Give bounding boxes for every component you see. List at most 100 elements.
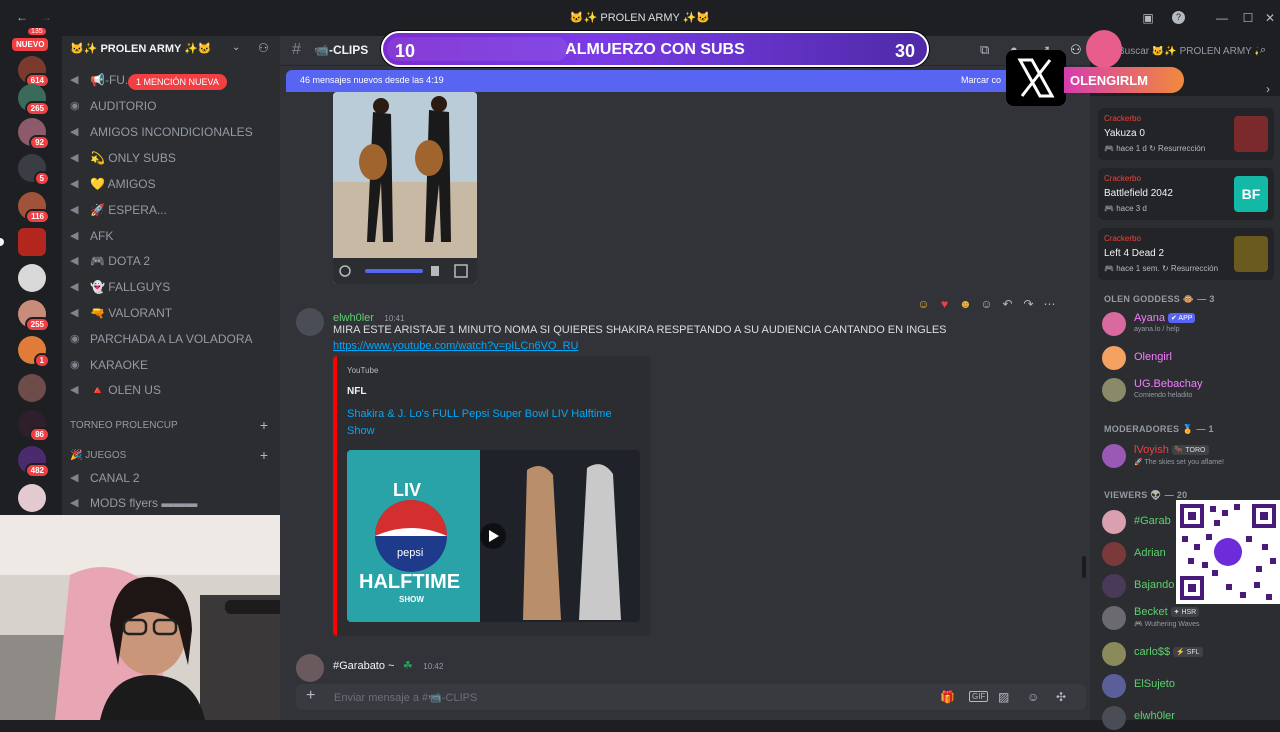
emoji-icon[interactable]: ☺ [1027,690,1039,704]
server-icon-8[interactable]: 255 [18,300,50,332]
add-attachment-icon[interactable]: + [306,687,315,705]
member-item[interactable]: UG.Bebachay Comiendo heladito [1102,374,1276,404]
message-text: MIRA ESTE ARISTAJE 1 MINUTO NOMA SI QUIE… [333,324,947,336]
server-icon-5[interactable]: 116 [18,192,50,224]
channel-item[interactable]: ◉ PARCHADA A LA VOLADORA [70,327,276,351]
member-item[interactable]: carlo$$ ⚡ SFL [1102,638,1276,668]
embed-provider[interactable]: YouTube [347,366,378,375]
yape-qr-code [1176,500,1280,604]
reply-icon[interactable]: ↶ [1000,297,1015,312]
server-icon-dota[interactable] [18,228,46,256]
laugh-reaction-icon[interactable]: ☺ [916,297,931,312]
minimize-icon[interactable]: — [1214,10,1230,26]
avatar [1102,574,1126,598]
mark-read-button[interactable]: Marcar co [961,75,1001,85]
channel-item[interactable]: ◀ MODS flyers ▬▬▬ [70,491,276,515]
server-icon-9[interactable]: 1 [18,336,50,368]
add-channel-icon[interactable]: + [260,417,268,433]
message-link[interactable]: https://www.youtube.com/watch?v=pILCn6VO… [333,340,578,352]
more-options-icon[interactable]: ⋯ [1042,297,1057,312]
new-messages-bar[interactable]: 46 mensajes nuevos desde las 4:19 Marcar… [286,70,1086,92]
close-icon[interactable]: ✕ [1262,10,1278,26]
category-juegos[interactable]: 🎉 JUEGOS + [70,446,276,464]
server-icon-1[interactable]: 614 [18,56,50,88]
channel-item[interactable]: ◉ KARAOKE [70,353,276,377]
speaker-icon: ◀ [70,126,79,138]
sub-goal-target: 30 [894,41,915,61]
embed-thumbnail[interactable]: LIV pepsi HALFTIME SHOW [347,450,640,622]
guild-name: 🐱✨ PROLEN ARMY ✨🐱 [70,43,212,55]
server-icon-3[interactable]: 92 [18,118,50,150]
server-icon-2[interactable]: 265 [18,84,50,116]
speaker-icon: ◀ [70,281,79,293]
server-icon-11[interactable]: 86 [18,410,50,442]
heart-reaction-icon[interactable]: ♥ [937,297,952,312]
channel-item[interactable]: ◀ AFK [70,224,276,248]
search-input[interactable]: Buscar 🐱✨ PROLEN ARMY ✨🐱 ⌕ [1104,42,1276,62]
help-icon[interactable]: ? [1172,11,1185,24]
server-icon-10[interactable] [18,374,46,402]
speaker-icon: ◀ [70,152,79,164]
server-rail: NUEVO 135 614 265 92 5 116 255 1 86 482 [0,28,62,516]
halftime-thumbnail-image: LIV pepsi HALFTIME SHOW [347,450,640,622]
channel-item[interactable]: ◀ 👻 FALLGUYS [70,275,276,299]
channel-item[interactable]: ◀ 💛 AMIGOS [70,172,276,196]
maximize-icon[interactable]: ☐ [1240,10,1256,26]
server-icon-4[interactable]: 5 [18,154,50,186]
sticker-icon[interactable]: ▨ [998,690,1009,704]
add-reaction-icon[interactable]: ☺ [979,297,994,312]
channel-item[interactable]: ◀ 💫 ONLY SUBS [70,146,276,170]
channel-item[interactable]: ◀ 🚀 ESPERA... [70,198,276,222]
guild-header[interactable]: 🐱✨ PROLEN ARMY ✨🐱 ⌄ ⚇ [62,36,280,64]
new-messages-text: 46 mensajes nuevos desde las 4:19 [300,75,444,85]
member-list-icon[interactable]: ⚇ [1070,42,1082,58]
member-item[interactable]: Becket ✦ HSR 🎮 Wuthering Waves [1102,602,1276,632]
member-item[interactable]: lVoyish 🐂 TORO 🚀 The skies set you aflame… [1102,440,1276,470]
inbox-icon[interactable]: ▣ [1140,10,1156,26]
chat-scrollbar[interactable] [1082,556,1086,578]
threads-icon[interactable]: ⧉ [980,42,989,58]
add-channel-icon[interactable]: + [260,447,268,463]
channel-item[interactable]: ◉ AUDITORIO [70,94,276,118]
chat-area: # 📹-CLIPS ⧉ ● ➚ ⚇ 46 mensajes nuevos des… [280,36,1090,720]
channel-item[interactable]: ◀ CANAL 2 [70,466,276,490]
activity-card[interactable]: Crackerbo Yakuza 0 🎮 hace 1 d ↻ Resurrec… [1098,108,1274,160]
server-icon-7[interactable] [18,264,46,292]
avatar[interactable] [296,308,324,336]
gift-icon[interactable]: 🎁 [940,690,955,704]
activity-card[interactable]: Crackerbo Left 4 Dead 2 🎮 hace 1 sem. ↻ … [1098,228,1274,280]
member-item[interactable]: Olengirl [1102,342,1276,372]
channel-item[interactable]: ◀ 🎮 DOTA 2 [70,249,276,273]
member-item[interactable]: elwh0ler [1102,702,1276,732]
server-icon-12[interactable]: 482 [18,446,50,478]
role-header: MODERADORES 🏅 — 1 [1104,424,1214,434]
message-composer[interactable]: + Enviar mensaje a #📹-CLIPS 🎁 GIF ▨ ☺ ✣ [296,684,1086,710]
server-icon-13[interactable] [18,484,46,512]
avatar[interactable] [296,654,324,682]
channel-item[interactable]: ◀ 🔺 OLEN US [70,378,276,402]
apps-icon[interactable]: ✣ [1056,690,1066,704]
activity-card[interactable]: Crackerbo Battlefield 2042 🎮 hace 3 d BF [1098,168,1274,220]
gif-icon[interactable]: GIF [969,691,989,702]
stage-icon: ◉ [70,333,80,345]
video-attachment[interactable] [333,92,477,284]
new-servers-badge[interactable]: NUEVO [12,38,49,51]
add-member-icon[interactable]: ⚇ [258,41,269,55]
chevron-right-icon[interactable]: › [1266,82,1270,96]
embed-author[interactable]: NFL [347,386,366,397]
message-author[interactable]: elwh0ler [333,312,374,324]
message-author[interactable]: #Garabato ~ [333,660,394,672]
category-torneo[interactable]: TORNEO PROLENCUP + [70,416,276,434]
new-mention-pill[interactable]: 1 MENCIÓN NUEVA [128,74,227,90]
speaker-icon: ◀ [70,230,79,242]
thumb-text-pepsi: pepsi [397,547,423,559]
embed-title[interactable]: Shakira & J. Lo's FULL Pepsi Super Bowl … [347,406,637,440]
channel-item[interactable]: ◀ 🔫 VALORANT [70,301,276,325]
forward-icon[interactable]: ↷ [1021,297,1036,312]
member-item[interactable]: Ayana ✔ APP ayana.lo / help [1102,308,1276,338]
channel-item[interactable]: ◀ AMIGOS INCONDICIONALES [70,120,276,144]
love-face-reaction-icon[interactable]: ☻ [958,297,973,312]
speaker-icon: ◀ [70,204,79,216]
member-item[interactable]: ElSujeto [1102,670,1276,700]
unread-count-badge: 135 [28,28,46,35]
